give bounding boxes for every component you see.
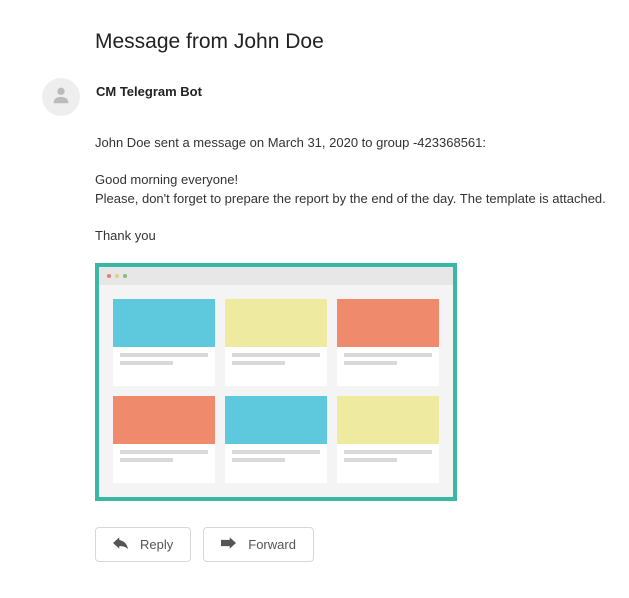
browser-bar bbox=[99, 267, 453, 285]
body-line-2: Please, don't forget to prepare the repo… bbox=[95, 190, 609, 209]
window-dot-yellow-icon bbox=[115, 274, 119, 278]
body-intro: John Doe sent a message on March 31, 202… bbox=[95, 134, 609, 153]
reply-button[interactable]: Reply bbox=[95, 527, 191, 562]
attachment-preview[interactable] bbox=[95, 263, 457, 501]
template-card bbox=[113, 299, 215, 386]
body-outro: Thank you bbox=[95, 227, 609, 246]
email-actions: Reply Forward bbox=[95, 527, 609, 562]
window-dot-red-icon bbox=[107, 274, 111, 278]
person-icon bbox=[50, 84, 72, 111]
sender-avatar[interactable] bbox=[42, 78, 80, 116]
reply-label: Reply bbox=[140, 537, 173, 552]
template-grid bbox=[99, 285, 453, 497]
template-card bbox=[337, 299, 439, 386]
email-header: CM Telegram Bot bbox=[20, 78, 609, 116]
forward-button[interactable]: Forward bbox=[203, 527, 314, 562]
body-line-1: Good morning everyone! bbox=[95, 171, 609, 190]
template-card bbox=[225, 299, 327, 386]
sender-name: CM Telegram Bot bbox=[96, 84, 202, 99]
email-subject: Message from John Doe bbox=[95, 30, 609, 54]
email-body: John Doe sent a message on March 31, 202… bbox=[95, 134, 609, 245]
template-card bbox=[225, 396, 327, 483]
reply-icon bbox=[113, 537, 128, 552]
template-card bbox=[337, 396, 439, 483]
forward-label: Forward bbox=[248, 537, 296, 552]
template-card bbox=[113, 396, 215, 483]
window-dot-green-icon bbox=[123, 274, 127, 278]
forward-icon bbox=[221, 537, 236, 552]
email-view: Message from John Doe CM Telegram Bot Jo… bbox=[0, 0, 629, 582]
